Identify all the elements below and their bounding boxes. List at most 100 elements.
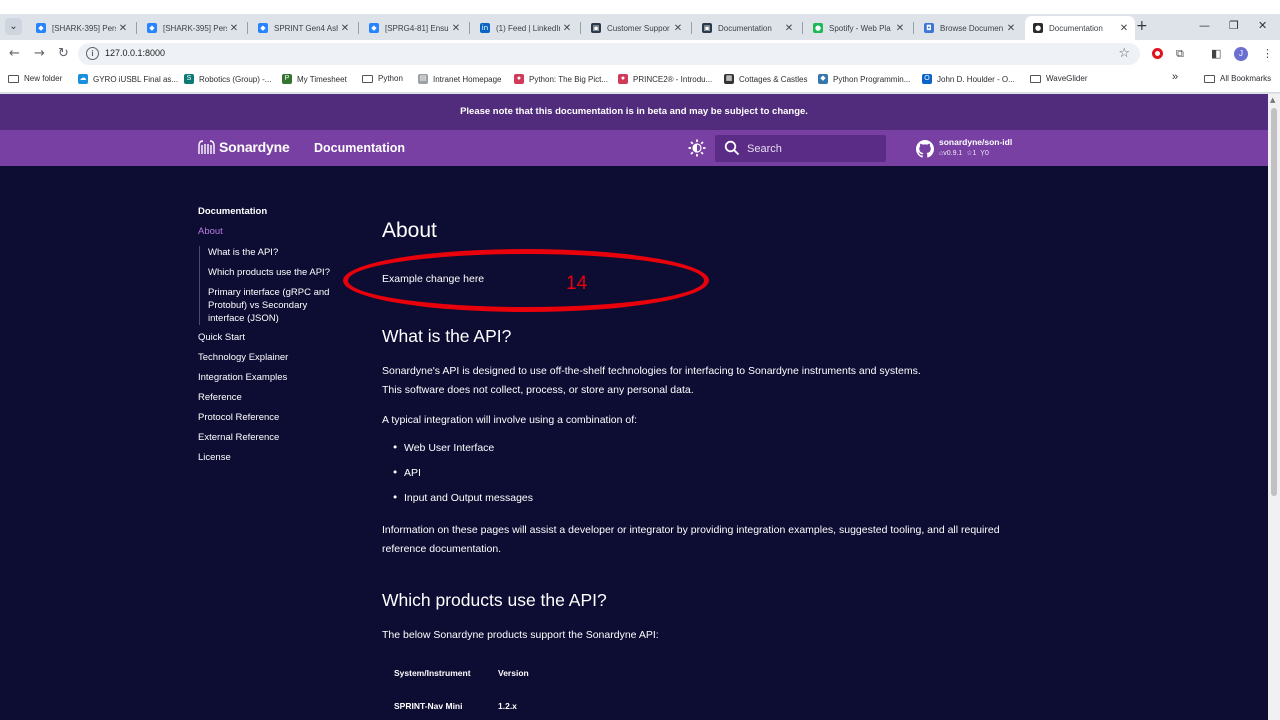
sidebar-item[interactable]: Integration Examples [198,372,348,392]
browser-menu-icon[interactable]: ⋮ [1262,47,1273,60]
sidebar-item[interactable]: Quick Start [198,332,348,352]
tab-close-icon[interactable]: ✕ [116,23,130,34]
close-window-icon[interactable]: ✕ [1258,19,1267,32]
sidebar-item[interactable]: Protocol Reference [198,412,348,432]
extensions-icon[interactable]: ⧉ [1176,47,1184,61]
bookmark-item[interactable]: ● PRINCE2® - Introdu... [618,74,712,84]
all-bookmarks-label: All Bookmarks [1220,74,1272,83]
all-bookmarks-button[interactable]: All Bookmarks [1204,74,1271,83]
heading-what-is-api: What is the API? [382,326,512,346]
restore-icon[interactable]: ❐ [1229,19,1239,32]
bookmark-item[interactable]: P My Timesheet [282,74,347,84]
scroll-up-icon[interactable]: ▲ [1270,96,1275,104]
browser-tab[interactable]: ◆ SPRINT Gen4 Ash ✕ [250,16,356,40]
tab-separator [691,22,692,34]
table-header-system: System/Instrument [394,668,471,678]
bookmark-item[interactable]: ▦ Cottages & Castles [724,74,807,84]
opera-extension-icon[interactable] [1152,48,1163,59]
browser-tab[interactable]: ◆ [SPRG4-81] Ensur ✕ [361,16,467,40]
tab-title: (1) Feed | LinkedIn [496,23,560,33]
forward-icon[interactable]: → [34,46,45,61]
theme-toggle-icon[interactable] [688,139,706,157]
browser-tab[interactable]: ▣ Customer Suppor ✕ [583,16,689,40]
outlook-icon: O [922,74,932,84]
sidebar-item[interactable]: External Reference [198,432,348,452]
tab-separator [580,22,581,34]
heading-which-products: Which products use the API? [382,590,607,610]
address-bar[interactable]: i 127.0.0.1:8000 ☆ [78,43,1140,65]
bookmark-item[interactable]: ▤ Intranet Homepage [418,74,502,84]
browser-tab[interactable]: ▣ Documentation ✕ [694,16,800,40]
browser-tab[interactable]: in (1) Feed | LinkedIn ✕ [472,16,578,40]
tab-close-icon[interactable]: ✕ [671,23,685,34]
sidebar-subitem-primary-interface[interactable]: Primary interface (gRPC and Protobuf) vs… [208,286,343,325]
bookmark-item[interactable]: O John D. Houlder - O... [922,74,1015,84]
profile-avatar[interactable]: J [1234,47,1248,61]
bookmark-label: Python Programmin... [833,74,911,84]
bookmark-label: WaveGlider [1046,74,1088,83]
list-item: API [392,467,421,479]
browser-tab[interactable]: ◆ [SHARK-395] Pers ✕ [139,16,245,40]
tab-close-icon[interactable]: ✕ [560,23,574,34]
sonardyne-logo[interactable]: Sonardyne [198,139,290,155]
browser-tab[interactable]: ● Documentation ✕ [1025,16,1135,40]
bookmark-label: PRINCE2® - Introdu... [633,74,713,84]
back-icon[interactable]: ← [9,46,20,61]
browser-tab[interactable]: ● Spotify - Web Pla ✕ [805,16,911,40]
minimize-icon[interactable]: — [1199,19,1210,32]
site-info-icon[interactable]: i [86,47,99,60]
browser-tab[interactable]: ◘ Browse Documen ✕ [916,16,1022,40]
bookmark-item[interactable]: S Robotics (Group) -... [184,74,271,84]
tab-search-icon[interactable]: ⌄ [5,18,22,35]
bookmark-label: Robotics (Group) -... [199,74,272,84]
tab-title: Spotify - Web Pla [829,23,891,33]
bookmark-item[interactable]: ◆ Python Programmin... [818,74,910,84]
browser-tab[interactable]: ◆ [SHARK-395] Pers ✕ [28,16,134,40]
bookmark-item[interactable]: ☁ GYRO iUSBL Final as... [78,74,178,84]
side-panel-icon[interactable]: ◧ [1211,47,1221,60]
bookmark-label: GYRO iUSBL Final as... [93,74,179,84]
address-url[interactable]: 127.0.0.1:8000 [105,48,165,58]
search-placeholder: Search [747,143,782,155]
site-header: Sonardyne Documentation Search sonardyne… [0,130,1268,166]
bookmark-star-icon[interactable]: ☆ [1118,46,1130,61]
bookmark-item[interactable]: ● Python: The Big Pict... [514,74,608,84]
search-input[interactable]: Search [715,135,886,162]
repo-facts: ⌂v0.9.1 ☆1 Ỵ0 [939,149,989,157]
tab-separator [913,22,914,34]
sidebar-item[interactable]: Technology Explainer [198,352,348,372]
paragraph-api-line2: This software does not collect, process,… [382,384,694,396]
table-cell-system: SPRINT-Nav Mini [394,701,463,711]
beta-banner: Please note that this documentation is i… [0,94,1268,130]
new-tab-button[interactable]: + [1136,18,1148,34]
bookmark-item[interactable]: WaveGlider [1030,74,1088,83]
intranet-icon: ▤ [418,74,428,84]
tab-separator [136,22,137,34]
search-icon [724,140,740,156]
site-icon: ● [618,74,628,84]
reload-icon[interactable]: ↻ [58,46,69,61]
bookmark-item[interactable]: New folder [8,74,62,83]
sidebar-subitem-which-products[interactable]: Which products use the API? [208,266,348,279]
sidebar-item[interactable]: License [198,452,348,472]
site-title[interactable]: Documentation [314,141,405,155]
tab-close-icon[interactable]: ✕ [782,23,796,34]
tab-close-icon[interactable]: ✕ [338,23,352,34]
more-bookmarks-icon[interactable]: » [1172,71,1178,83]
scrollbar-thumb[interactable] [1271,108,1277,496]
tab-close-icon[interactable]: ✕ [893,23,907,34]
sidebar-item[interactable]: Reference [198,392,348,412]
tab-title: SPRINT Gen4 Ash [274,23,338,33]
tab-close-icon[interactable]: ✕ [227,23,241,34]
tab-title: Browse Documen [940,23,1004,33]
sidebar-item-about[interactable]: About [198,226,348,246]
tab-close-icon[interactable]: ✕ [1117,23,1131,34]
sidebar-subitem-what-is-api[interactable]: What is the API? [208,246,348,259]
repo-version: v0.9.1 [943,150,963,157]
bookmark-item[interactable]: Python [362,74,403,83]
page-scrollbar[interactable]: ▲ [1268,94,1280,720]
tab-close-icon[interactable]: ✕ [1004,23,1018,34]
table-cell-version: 1.2.x [498,701,517,711]
tab-close-icon[interactable]: ✕ [449,23,463,34]
folder-icon [362,74,373,83]
